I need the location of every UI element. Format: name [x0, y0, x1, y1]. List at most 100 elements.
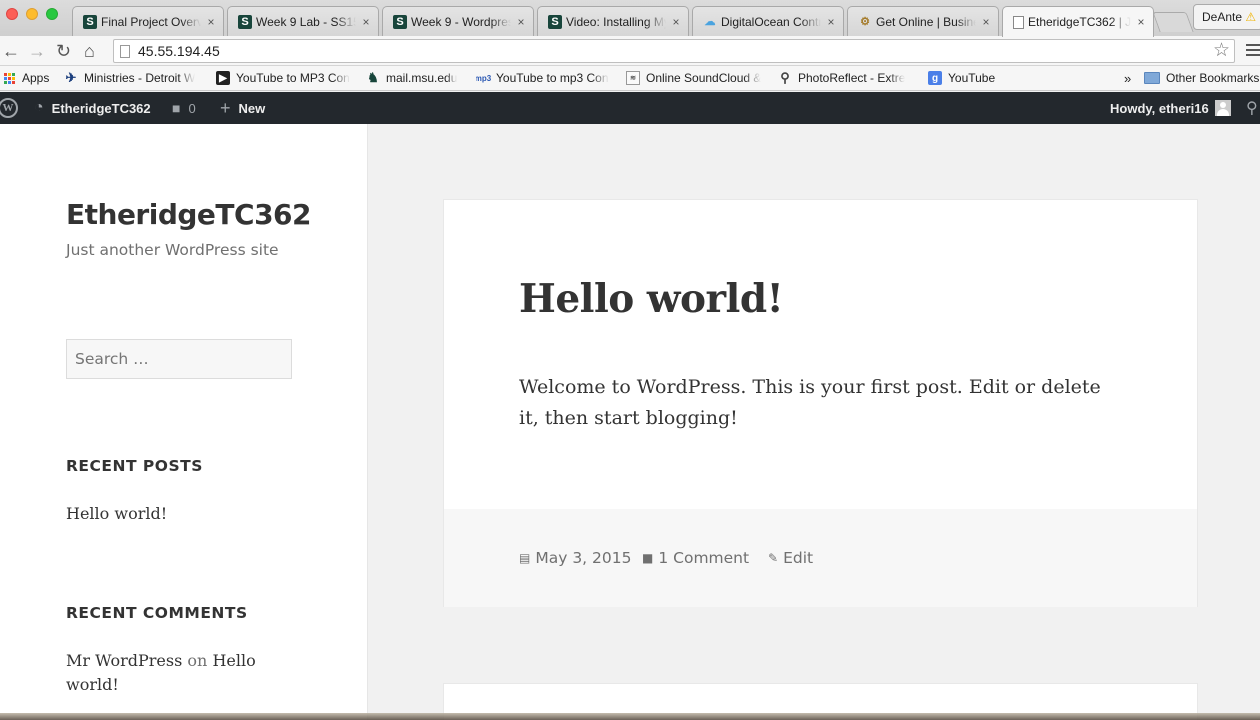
photoreflect-icon: ⚲	[780, 71, 790, 85]
browser-tab[interactable]: S Week 9 - Wordpress ×	[382, 6, 534, 36]
bookmark-apps[interactable]: Apps	[2, 71, 62, 85]
cloud-icon: ☁	[704, 16, 716, 28]
new-content-menu[interactable]: + New	[220, 92, 265, 124]
comment-post-link-continued[interactable]: world!	[66, 675, 119, 694]
tab-title: Get Online | Business	[876, 14, 976, 29]
other-bookmarks-folder[interactable]: Other Bookmarks	[1144, 71, 1260, 85]
window-minimize-button[interactable]	[26, 8, 38, 20]
document-icon	[1013, 15, 1024, 29]
howdy-label: Howdy, etheri16	[1110, 100, 1209, 116]
close-tab-icon[interactable]: ×	[1135, 15, 1147, 29]
bird-icon: ✈	[65, 71, 77, 85]
bookmark-label: YouTube to MP3 Con	[236, 71, 350, 85]
window-close-button[interactable]	[6, 8, 18, 20]
bookmark-label: Apps	[22, 71, 50, 85]
sidebar: EtheridgeTC362 Just another WordPress si…	[0, 124, 368, 720]
tab-title: EtheridgeTC362 | Just	[1028, 15, 1131, 29]
close-tab-icon[interactable]: ×	[670, 15, 682, 29]
site-name-label: EtheridgeTC362	[51, 100, 151, 116]
bookmark-item[interactable]: ▶ YouTube to MP3 Con	[216, 71, 356, 85]
post-date-label: May 3, 2015	[535, 549, 632, 567]
bookmark-item[interactable]: ♞ mail.msu.edu	[366, 71, 470, 85]
google-icon: g	[928, 71, 942, 85]
bookmark-label: Online SoundCloud &	[646, 71, 762, 85]
bookmark-label: mail.msu.edu	[386, 71, 458, 85]
post-title[interactable]: Hello world!	[519, 276, 784, 322]
bookmark-item[interactable]: ✈ Ministries - Detroit W	[64, 71, 210, 85]
msu-icon: S	[238, 14, 252, 29]
profile-button[interactable]: DeAnte ⚠	[1193, 4, 1260, 30]
browser-tab[interactable]: S Week 9 Lab - SS15 ×	[227, 6, 379, 36]
plus-icon: +	[220, 97, 231, 118]
reload-icon[interactable]: ↻	[56, 40, 71, 62]
browser-tab[interactable]: S Final Project Overview ×	[72, 6, 224, 36]
close-tab-icon[interactable]: ×	[515, 15, 527, 29]
new-label: New	[238, 100, 266, 116]
comment-post-link[interactable]: Hello	[212, 651, 255, 670]
site-description: Just another WordPress site	[66, 241, 279, 259]
desktop-dock-edge	[0, 713, 1260, 720]
bookmark-item[interactable]: mp3 YouTube to mp3 Con	[476, 71, 616, 85]
close-tab-icon[interactable]: ×	[205, 15, 217, 29]
tab-title: Final Project Overview	[101, 14, 201, 29]
post-article: Hello world! Welcome to WordPress. This …	[443, 199, 1198, 607]
close-tab-icon[interactable]: ×	[360, 15, 372, 29]
apps-grid-icon	[2, 71, 16, 85]
account-menu[interactable]: Howdy, etheri16	[1110, 92, 1231, 124]
pencil-icon: ✎	[768, 551, 779, 565]
close-tab-icon[interactable]: ×	[825, 15, 837, 29]
msu-icon: S	[548, 14, 562, 29]
url-text[interactable]: 45.55.194.45	[138, 43, 220, 59]
back-arrow-icon[interactable]: ←	[2, 40, 20, 62]
post-content: Welcome to WordPress. This is your first…	[519, 376, 1101, 429]
bookmarks-bar: Apps ✈ Ministries - Detroit W ▶ YouTube …	[0, 66, 1260, 91]
site-title[interactable]: EtheridgeTC362	[66, 198, 312, 231]
search-icon: ⚲	[1246, 100, 1258, 117]
address-bar[interactable]: 45.55.194.45 ☆	[113, 39, 1235, 63]
bookmark-item[interactable]: ≋ Online SoundCloud &	[626, 71, 768, 85]
wordpress-logo-icon: W	[0, 98, 18, 118]
browser-tabstrip: S Final Project Overview × S Week 9 Lab …	[0, 0, 1260, 37]
bookmark-star-icon[interactable]: ☆	[1213, 40, 1230, 62]
bookmark-item[interactable]: ⚲ PhotoReflect - Extre	[778, 71, 918, 85]
youtube-mp3-icon: ▶	[216, 71, 230, 85]
post-footer: ▤ May 3, 2015 ■ 1 Comment ✎ Edit	[444, 509, 1197, 607]
bookmark-label: PhotoReflect - Extre	[798, 71, 906, 85]
recent-comment-item: Mr WordPress on Hello world!	[66, 649, 296, 697]
recent-comments-title: RECENT COMMENTS	[66, 604, 248, 622]
comment-bubble-icon: ■	[642, 551, 654, 565]
browser-tab[interactable]: ☁ DigitalOcean Control ×	[692, 6, 844, 36]
wp-logo-button[interactable]: W	[0, 92, 18, 124]
site-name-menu[interactable]: ◔ EtheridgeTC362	[34, 92, 151, 124]
forward-arrow-icon[interactable]: →	[28, 40, 46, 62]
comment-on-text: on	[187, 651, 208, 670]
search-input[interactable]	[66, 339, 292, 379]
browser-menu-icon[interactable]	[1246, 44, 1260, 59]
comments-menu[interactable]: ■ 0	[172, 92, 196, 124]
comments-label: 1 Comment	[658, 549, 750, 567]
admin-search-button[interactable]: ⚲	[1246, 92, 1258, 124]
bookmark-label: Ministries - Detroit W	[84, 71, 196, 85]
post-date[interactable]: ▤ May 3, 2015	[519, 549, 631, 567]
comments-count: 0	[188, 100, 196, 116]
post-edit-link[interactable]: ✎ Edit	[768, 549, 813, 567]
bookmarks-overflow-icon[interactable]: »	[1124, 71, 1131, 86]
gear-icon: ⚙	[860, 16, 870, 28]
post-comments-link[interactable]: ■ 1 Comment	[642, 549, 749, 567]
bookmark-item[interactable]: g YouTube	[928, 71, 1008, 85]
browser-tab[interactable]: ⚙ Get Online | Business ×	[847, 6, 999, 36]
spartan-icon: ♞	[367, 71, 379, 85]
tab-title: Week 9 - Wordpress	[411, 14, 511, 29]
window-zoom-button[interactable]	[46, 8, 58, 20]
bookmark-label: Other Bookmarks	[1166, 71, 1260, 85]
browser-tab[interactable]: S Video: Installing My ×	[537, 6, 689, 36]
close-tab-icon[interactable]: ×	[980, 15, 992, 29]
tab-title: DigitalOcean Control	[721, 14, 821, 29]
tab-title: Week 9 Lab - SS15	[256, 14, 356, 29]
home-icon[interactable]: ⌂	[84, 40, 95, 62]
comment-author-link[interactable]: Mr WordPress	[66, 651, 182, 670]
browser-tab-active[interactable]: EtheridgeTC362 | Just ×	[1002, 6, 1154, 37]
page-info-icon[interactable]	[120, 44, 130, 58]
new-tab-button[interactable]	[1152, 12, 1194, 32]
recent-post-link[interactable]: Hello world!	[66, 502, 167, 526]
